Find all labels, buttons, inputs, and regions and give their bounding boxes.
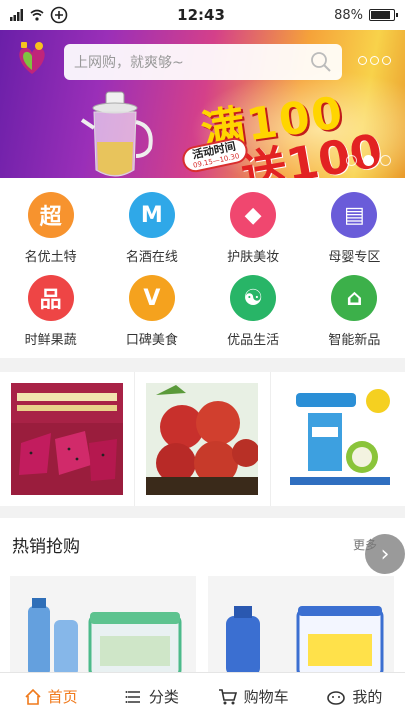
status-icons-left [10,6,68,24]
hot-product-card[interactable] [208,576,394,676]
search-icon[interactable] [310,51,332,73]
category-item[interactable]: ▤ 母婴专区 [304,192,405,275]
category-item[interactable]: 品时鲜果蔬 [0,275,101,358]
list-icon [125,688,143,706]
category-label: 护肤美妆 [227,250,280,265]
tab-item[interactable]: 我的 [304,673,405,720]
tab-item[interactable]: 分类 [101,673,202,720]
tab-item[interactable]: 首页 [0,673,101,720]
category-item[interactable]: 超名优土特 [0,192,101,275]
wifi-icon [30,9,44,21]
container-set-image [28,598,182,676]
carousel-dot[interactable] [346,155,357,166]
featured-products [0,372,405,506]
category-label: 口碑美食 [125,333,178,348]
app-logo-icon [19,42,45,74]
category-item[interactable]: M 名酒在线 [101,192,202,275]
carousel-dot[interactable] [363,155,374,166]
status-icons-right: 88% [334,7,398,23]
category-grid: 超名优土特 M 名酒在线 ◆ 护肤美妆 ▤ 母婴专区品时鲜果蔬 V 口碑美食 ☯ 优品生活 ⌂ 智能新品 [0,178,405,358]
search-input[interactable]: 上网购，就爽够~ [74,52,310,72]
coconut-water-image [281,383,394,495]
category-item[interactable]: ◆ 护肤美妆 [203,192,304,275]
category-label: 名优土特 [24,250,77,265]
add-circle-icon [50,6,68,24]
dragonfruit-image [11,383,124,495]
category-icon: ▤ [331,192,378,238]
category-icon: ☯ [230,275,277,321]
battery-percent: 88% [334,7,363,23]
carousel-indicators [346,155,391,166]
app-screen: 12:43 88% 上网购，就爽够~ 满100 送100 活动时间 09.15—… [0,0,405,720]
category-label: 名酒在线 [125,250,178,265]
category-item[interactable]: V 口碑美食 [101,275,202,358]
search-bar[interactable]: 上网购，就爽够~ [64,44,342,80]
category-label: 母婴专区 [328,250,381,265]
hot-product-card[interactable] [10,576,196,676]
clock: 12:43 [177,6,225,24]
user-icon [326,688,346,706]
promo-banner[interactable]: 上网购，就爽够~ 满100 送100 活动时间 09.15—10.30 [0,30,405,178]
featured-product-coconut-water[interactable] [271,372,405,506]
carousel-dot[interactable] [380,155,391,166]
more-options-icon[interactable] [358,56,391,65]
home-icon [24,688,42,706]
category-label: 时鲜果蔬 [24,333,77,348]
category-icon: 超 [27,192,74,238]
tab-label: 首页 [47,688,78,706]
more-arrow-icon[interactable]: › [365,534,405,574]
teapot-image [80,91,153,177]
tab-label: 购物车 [243,688,289,706]
tab-label: 分类 [148,688,179,706]
lunchbox-image [226,606,384,676]
section-title: 热销抢购 [12,537,80,557]
category-item[interactable]: ⌂ 智能新品 [304,275,405,358]
category-label: 智能新品 [328,333,381,348]
cart-icon [218,688,238,706]
tab-label: 我的 [352,688,383,706]
featured-product-dragonfruit[interactable] [0,372,136,506]
category-icon: ⌂ [331,275,378,321]
category-icon: V [128,275,175,321]
tab-item[interactable]: 购物车 [203,673,304,720]
category-icon: 品 [27,275,74,321]
signal-icon [10,9,23,21]
apples-image [146,383,259,495]
featured-product-apples[interactable] [135,372,271,506]
category-icon: ◆ [230,192,277,238]
bottom-tab-bar: 首页 分类 购物车 我的 [0,672,405,720]
battery-icon [369,9,398,21]
category-icon: M [128,192,175,238]
category-item[interactable]: ☯ 优品生活 [203,275,304,358]
status-bar: 12:43 88% [0,0,405,30]
category-label: 优品生活 [227,333,280,348]
